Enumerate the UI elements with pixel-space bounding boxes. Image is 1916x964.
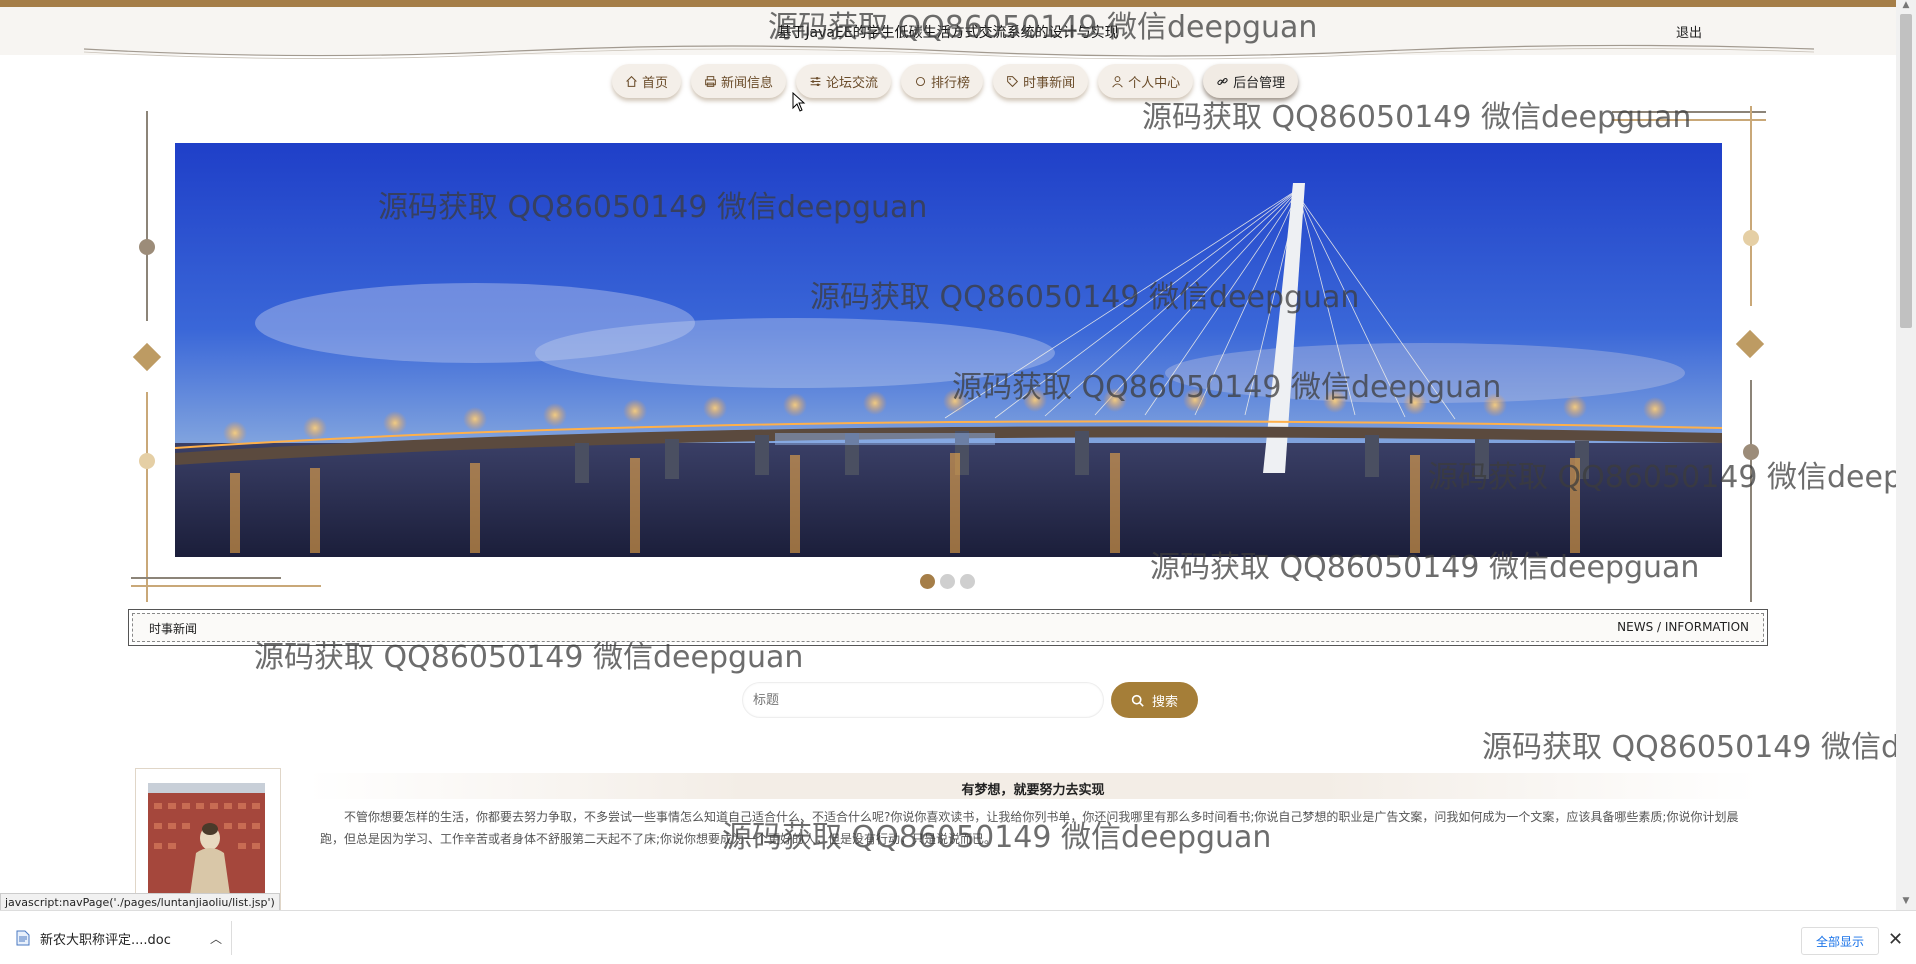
frame-line-left-bottom bbox=[146, 392, 148, 602]
scroll-up-arrow-icon[interactable]: ▲ bbox=[1900, 0, 1912, 12]
scroll-down-arrow-icon[interactable]: ▼ bbox=[1900, 896, 1912, 908]
vertical-scrollbar[interactable]: ▲ ▼ bbox=[1896, 0, 1916, 910]
article-excerpt: 不管你想要怎样的生活，你都要去努力争取，不多尝试一些事情怎么知道自己适合什么、不… bbox=[320, 810, 1739, 846]
frame-line-right-top bbox=[1750, 106, 1752, 306]
main-nav: 首页 新闻信息 论坛交流 排行榜 时事新闻 个人中心 后台管理 bbox=[612, 64, 1299, 100]
bridge-night-photo bbox=[175, 143, 1722, 557]
link-icon bbox=[1217, 77, 1228, 85]
frame-dot bbox=[1743, 444, 1759, 460]
frame-line-horizontal bbox=[1612, 119, 1766, 121]
article-thumbnail[interactable] bbox=[148, 783, 265, 895]
circle-icon bbox=[915, 76, 926, 86]
banner-image[interactable] bbox=[175, 143, 1722, 557]
page: 基于JavaEE的学生低碳生活方式交流系统的设计与实现 退出 首页 新闻信息 论… bbox=[0, 0, 1896, 910]
user-icon bbox=[1112, 75, 1123, 87]
section-subtitle: NEWS / INFORMATION bbox=[1617, 620, 1749, 634]
nav-item-ranking[interactable]: 排行榜 bbox=[901, 64, 984, 98]
nav-item-home[interactable]: 首页 bbox=[612, 64, 682, 98]
tag-icon bbox=[1007, 75, 1019, 87]
frame-line-horizontal bbox=[131, 577, 281, 579]
frame-line-horizontal bbox=[131, 585, 321, 587]
home-icon bbox=[626, 75, 637, 87]
carousel-indicators bbox=[920, 574, 975, 589]
nav-item-current-news[interactable]: 时事新闻 bbox=[993, 64, 1089, 98]
frame-diamond bbox=[132, 342, 162, 372]
printer-icon bbox=[705, 75, 716, 87]
nav-item-forum[interactable]: 论坛交流 bbox=[796, 64, 892, 98]
frame-dot bbox=[139, 239, 155, 255]
site-title: 基于JavaEE的学生低碳生活方式交流系统的设计与实现 bbox=[777, 25, 1119, 41]
carousel-dot-2[interactable] bbox=[940, 574, 955, 589]
doc-file-icon bbox=[16, 930, 30, 946]
nav-item-label: 论坛交流 bbox=[826, 75, 879, 91]
logout-link[interactable]: 退出 bbox=[1676, 22, 1702, 41]
carousel-dot-1[interactable] bbox=[920, 574, 935, 589]
nav-item-label: 新闻信息 bbox=[721, 75, 774, 91]
nav-item-personal-center[interactable]: 个人中心 bbox=[1098, 64, 1194, 98]
section-title: 时事新闻 bbox=[149, 622, 198, 636]
frame-line-left-top bbox=[146, 111, 148, 321]
frame-dot bbox=[139, 453, 155, 469]
palace-photo bbox=[148, 783, 265, 895]
frame-line-right-bottom bbox=[1750, 380, 1752, 602]
carousel-dot-3[interactable] bbox=[960, 574, 975, 589]
search-icon bbox=[1131, 694, 1144, 707]
mouse-cursor-icon bbox=[792, 92, 806, 112]
nav-item-label: 排行榜 bbox=[931, 75, 971, 91]
nav-item-news-info[interactable]: 新闻信息 bbox=[691, 64, 787, 98]
chevron-up-icon[interactable]: ︿ bbox=[210, 930, 222, 947]
title-search-input[interactable] bbox=[742, 682, 1104, 718]
close-icon[interactable]: ✕ bbox=[1888, 929, 1903, 950]
sliders-icon bbox=[810, 76, 821, 86]
header-wave-divider bbox=[84, 44, 1814, 60]
show-all-downloads-button[interactable]: 全部显示 bbox=[1801, 927, 1880, 955]
watermark: 源码获取 QQ86050149 微信deepguan bbox=[1482, 730, 1896, 765]
search-button-label: 搜索 bbox=[1151, 694, 1178, 710]
frame-line-horizontal bbox=[1612, 111, 1766, 113]
nav-item-label: 时事新闻 bbox=[1023, 75, 1076, 91]
download-file-name: 新农大职称评定....doc bbox=[40, 932, 171, 948]
frame-dot bbox=[1743, 230, 1759, 246]
section-header-inner bbox=[132, 613, 1764, 642]
scroll-thumb[interactable] bbox=[1900, 14, 1912, 328]
search-button[interactable]: 搜索 bbox=[1111, 682, 1198, 718]
article-title[interactable]: 有梦想，就要努力去实现 bbox=[308, 779, 1758, 798]
section-header: 时事新闻 NEWS / INFORMATION bbox=[128, 609, 1768, 646]
top-accent-strip bbox=[0, 0, 1896, 7]
nav-item-label: 首页 bbox=[642, 75, 669, 91]
download-shelf: 新农大职称评定....doc ︿ 全部显示 ✕ bbox=[0, 910, 1916, 964]
download-item[interactable]: 新农大职称评定....doc ︿ bbox=[8, 921, 232, 955]
nav-item-label: 后台管理 bbox=[1233, 75, 1286, 91]
nav-item-label: 个人中心 bbox=[1128, 75, 1181, 91]
frame-diamond bbox=[1735, 329, 1765, 359]
status-bar-url: javascript:navPage('./pages/luntanjiaoli… bbox=[0, 893, 280, 910]
nav-item-admin[interactable]: 后台管理 bbox=[1203, 64, 1299, 98]
